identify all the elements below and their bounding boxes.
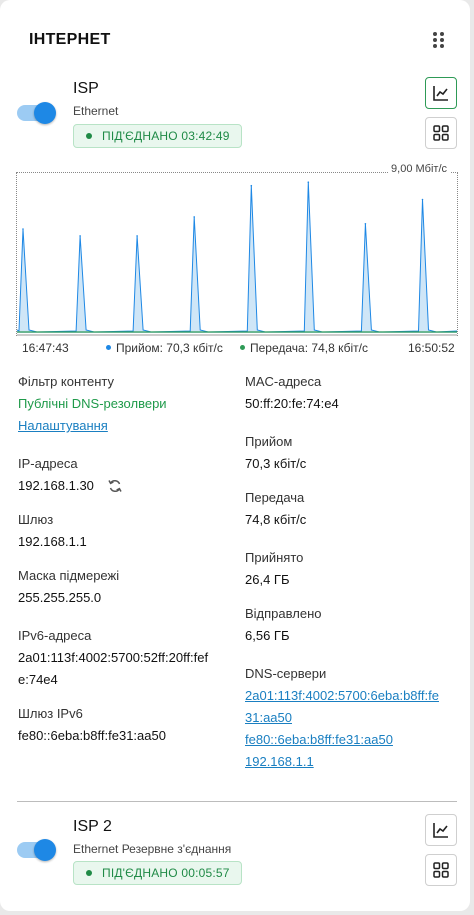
isp2-toggle[interactable] [17,839,56,861]
isp2-type: Ethernet Резервне з'єднання [73,842,232,856]
mac-label: MAC-адреса [245,374,322,389]
internet-widget: ІНТЕРНЕТ ISP Ethernet ПІД'ЄДНАНО 03:42:4… [0,0,470,911]
filter-value: Публічні DNS-резолвери [18,396,167,411]
legend-tx: Передача: 74,8 кбіт/с [240,341,368,355]
mac-value: 50:ff:20:fe:74:e4 [245,396,339,411]
dns-server-1-line1[interactable]: 2a01:113f:4002:5700:6eba:b8ff:fe [245,688,439,703]
received-value: 26,4 ГБ [245,572,290,587]
sent-label: Відправлено [245,606,322,621]
rx-label: Прийом [245,434,293,449]
grid-icon [433,862,449,878]
chart-start-time: 16:47:43 [22,341,69,355]
mask-label: Маска підмережі [18,568,120,583]
ipv6-value-line1: 2a01:113f:4002:5700:52ff:20ff:fef [18,650,209,665]
isp-toggle[interactable] [17,102,56,124]
rx-area [17,182,457,333]
isp-type: Ethernet [73,104,119,118]
dns-server-3[interactable]: 192.168.1.1 [245,754,314,769]
dns-server-1-line2[interactable]: 31:aa50 [245,710,292,725]
traffic-chart [16,172,458,336]
details-button[interactable] [425,117,457,149]
filter-settings-link[interactable]: Налаштування [18,418,108,433]
tx-value: 74,8 кбіт/с [245,512,307,527]
ipv6-gateway-label: Шлюз IPv6 [18,706,83,721]
ip-value: 192.168.1.30 [18,478,94,493]
divider [17,801,457,802]
received-label: Прийнято [245,550,304,565]
status-dot-icon [86,133,92,139]
legend-rx: Прийом: 70,3 кбіт/с [106,341,223,355]
line-chart-icon [433,86,448,101]
refresh-icon[interactable] [107,478,123,494]
rx-peak-point [421,198,424,201]
ipv6-label: IPv6-адреса [18,628,92,643]
ip-label: IP-адреса [18,456,78,471]
status-badge: ПІД'ЄДНАНО 03:42:49 [73,124,242,148]
rx-value: 70,3 кбіт/с [245,456,307,471]
isp2-details-button[interactable] [425,854,457,886]
ipv6-gateway-value: fe80::6eba:b8ff:fe31:aa50 [18,728,166,743]
chart-button[interactable] [425,77,457,109]
drag-handle-icon[interactable] [433,32,445,48]
chart-ymax-label: 9,00 Мбіт/с [388,163,450,175]
ipv6-value-line2: e:74e4 [18,672,58,687]
rx-peak-point [307,181,310,183]
rx-peak-point [79,235,81,237]
dns-server-2[interactable]: fe80::6eba:b8ff:fe31:aa50 [245,732,393,747]
rx-peak-point [364,223,367,225]
widget-title: ІНТЕРНЕТ [29,31,111,48]
isp2-name: ISP 2 [73,818,112,835]
rx-peak-point [22,228,24,230]
status-dot-icon [86,870,92,876]
sent-value: 6,56 ГБ [245,628,290,643]
filter-label: Фільтр контенту [18,374,114,389]
isp-name: ISP [73,80,99,97]
gateway-label: Шлюз [18,512,54,527]
tx-label: Передача [245,490,305,505]
isp2-status-badge: ПІД'ЄДНАНО 00:05:57 [73,861,242,885]
rx-peak-point [193,216,195,218]
traffic-chart-svg [17,181,457,336]
gateway-value: 192.168.1.1 [18,534,87,549]
mask-value: 255.255.255.0 [18,590,102,605]
dns-label: DNS-сервери [245,666,327,681]
rx-peak-point [136,235,138,237]
chart-end-time: 16:50:52 [408,341,455,355]
grid-icon [433,125,449,141]
line-chart-icon [433,823,448,838]
isp2-chart-button[interactable] [425,814,457,846]
rx-peak-point [250,184,253,187]
